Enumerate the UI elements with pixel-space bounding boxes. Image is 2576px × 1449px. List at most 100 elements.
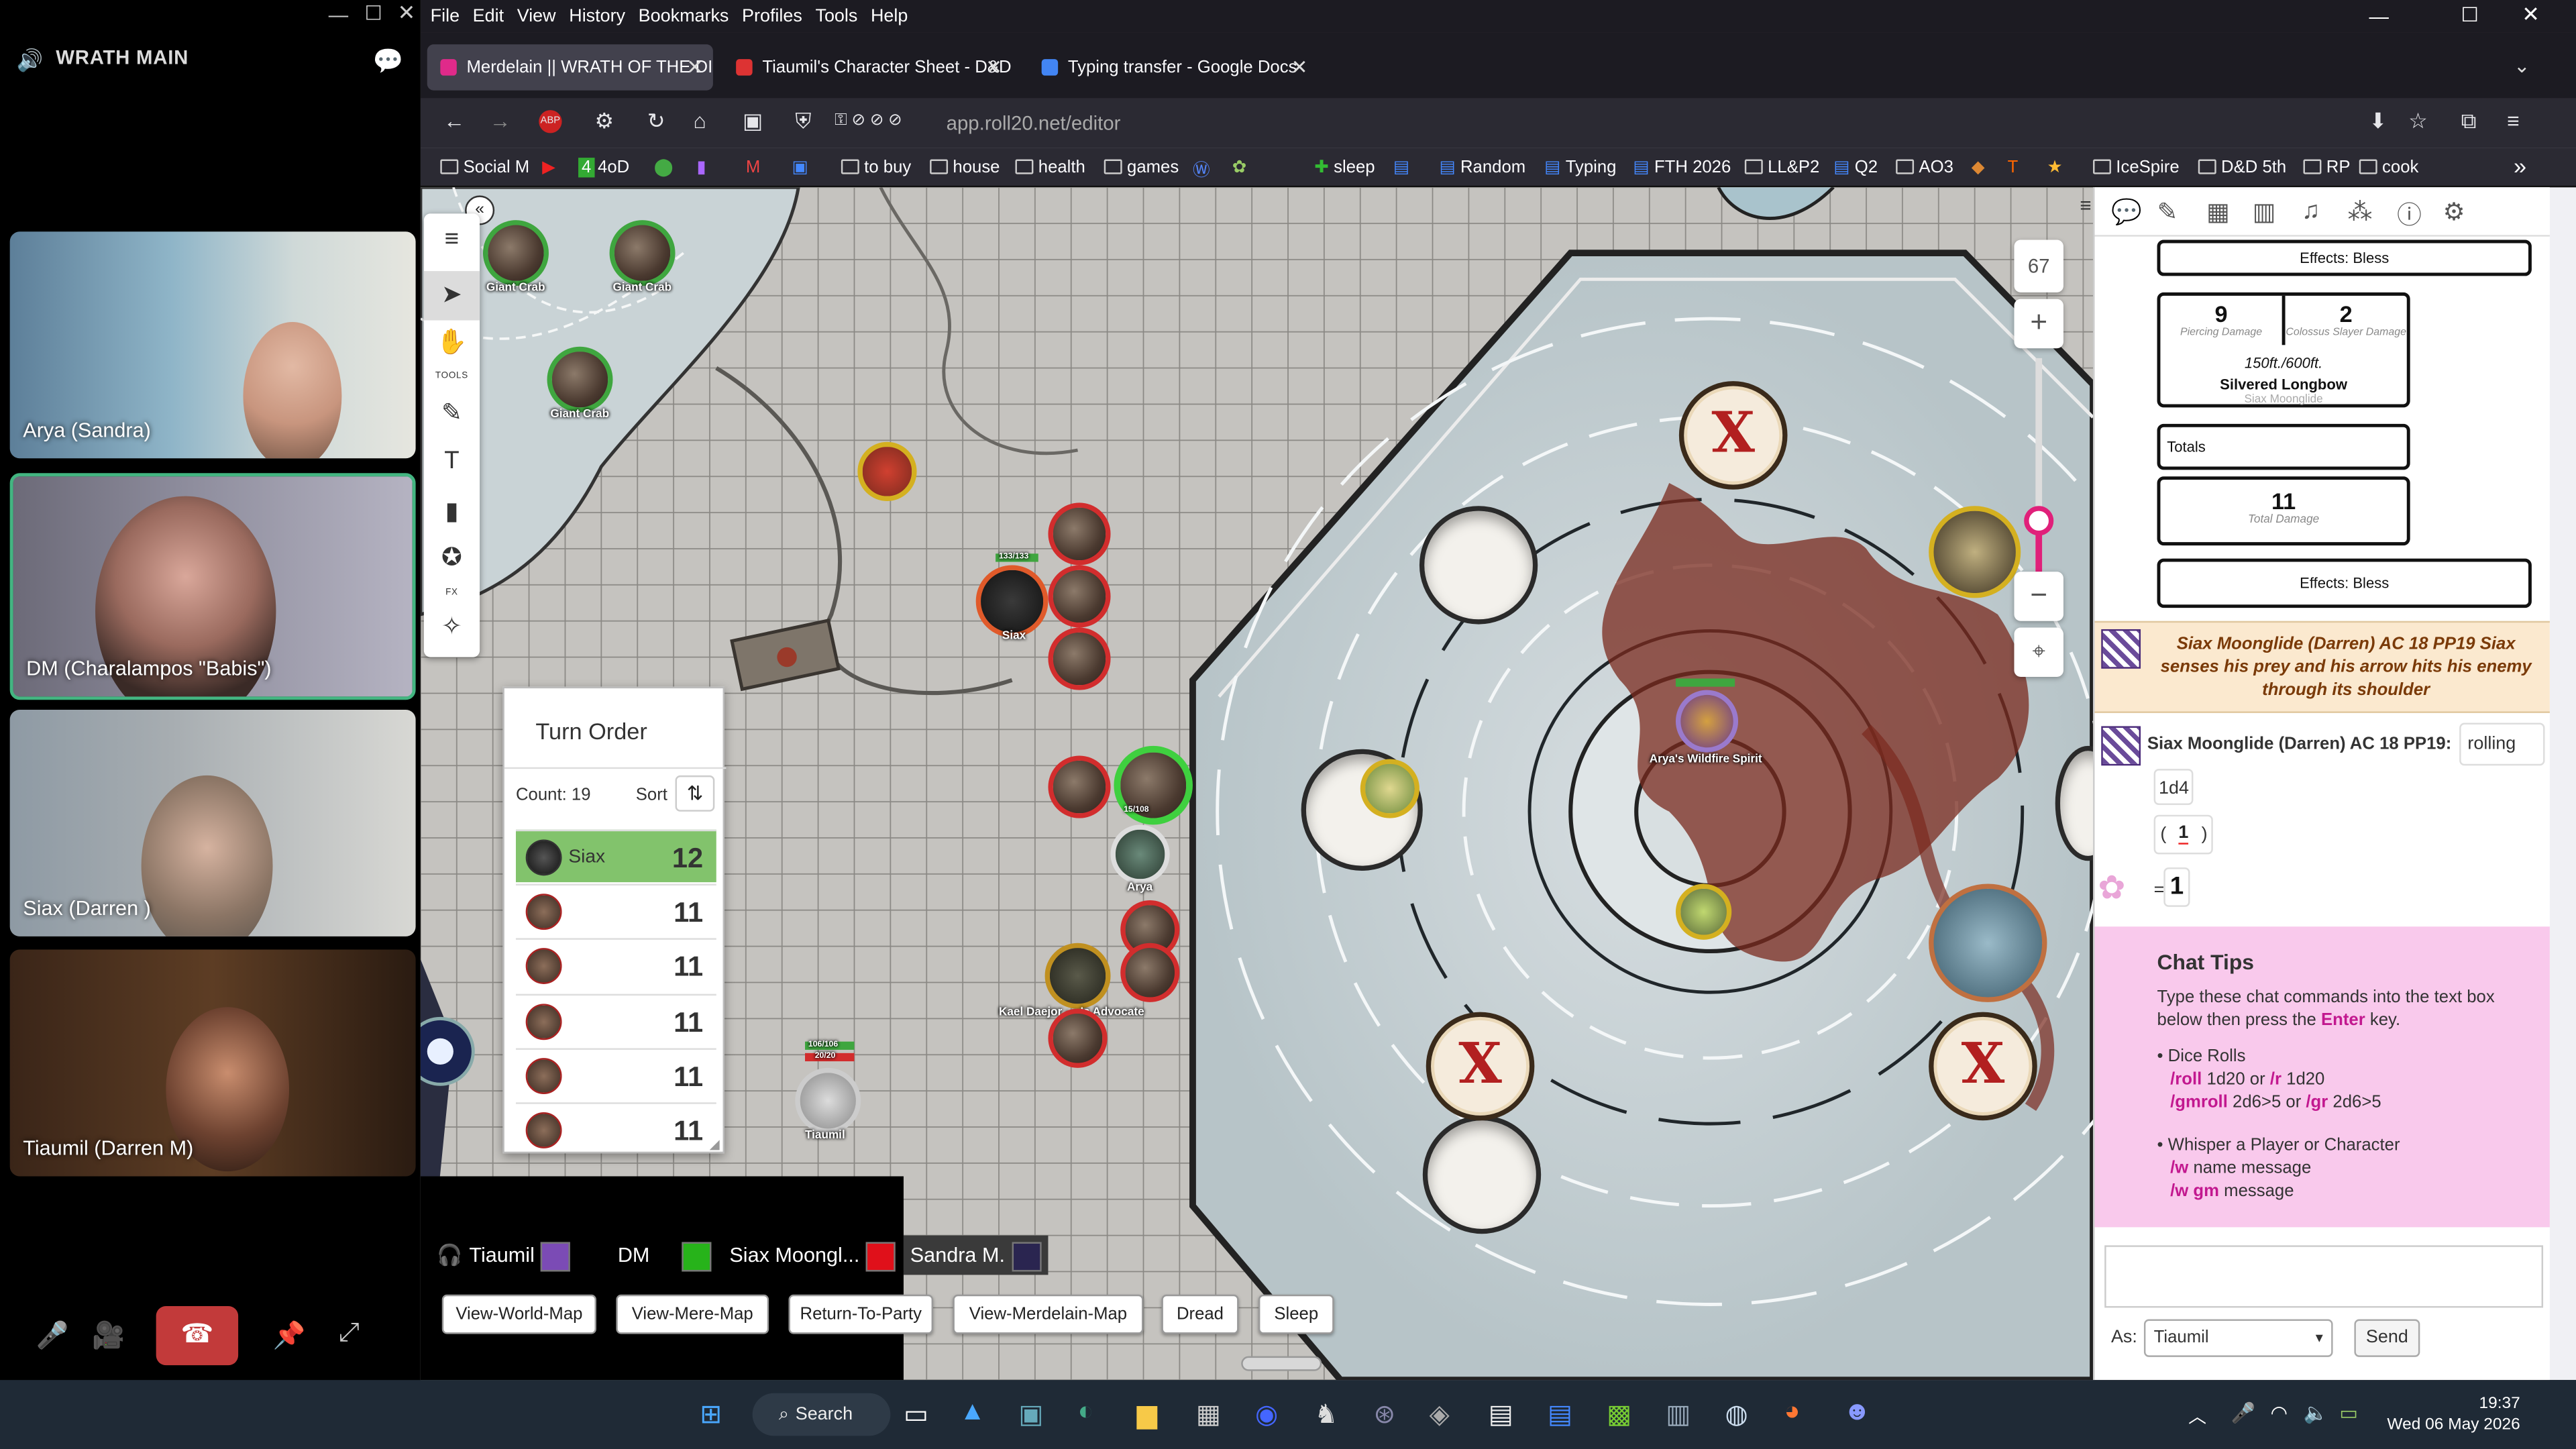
bookmark-folder-cook[interactable]: cook: [2359, 158, 2418, 177]
player-tiaumil[interactable]: 🎧 Tiaumil: [437, 1236, 571, 1275]
menu-bookmarks[interactable]: Bookmarks: [639, 7, 729, 26]
docs-icon[interactable]: ▤: [1393, 158, 1409, 177]
menu-tools[interactable]: Tools: [815, 7, 857, 26]
menu-icon[interactable]: ≡: [424, 225, 480, 254]
token-enemy[interactable]: [1048, 1008, 1108, 1068]
video-tile-dm[interactable]: DM (Charalampos "Babis"): [9, 473, 416, 700]
sheets-icon[interactable]: ▩: [1607, 1398, 1631, 1431]
tab-google-docs[interactable]: Typing transfer - Google Docs ✕: [1028, 44, 1318, 91]
gmail-icon[interactable]: M: [746, 158, 760, 177]
controller-icon[interactable]: ◈: [1430, 1398, 1450, 1431]
docs-icon[interactable]: ▤: [1548, 1398, 1572, 1431]
player-sandra[interactable]: Sandra M.: [903, 1235, 1048, 1275]
video-tile-tiaumil[interactable]: Tiaumil (Darren M): [9, 949, 416, 1177]
token-large-creature[interactable]: [1929, 506, 2021, 598]
permissions-icon[interactable]: ⚿ ⊘ ⊘ ⊘: [835, 112, 902, 130]
media-icon[interactable]: ▥: [1666, 1398, 1690, 1431]
select-tool-icon[interactable]: ➤: [423, 271, 480, 321]
tray-microphone-icon[interactable]: 🎤: [2231, 1401, 2256, 1424]
notes-icon[interactable]: ▤: [1489, 1398, 1513, 1431]
close-tab-icon[interactable]: ✕: [687, 56, 704, 78]
token-enemy[interactable]: [1048, 627, 1111, 690]
home-icon[interactable]: ⌂: [693, 109, 706, 133]
compendium-tab-icon[interactable]: ▥: [2253, 197, 2276, 227]
reload-icon[interactable]: ↻: [647, 109, 665, 135]
bookmark-folder-dnd-5th[interactable]: D&D 5th: [2198, 158, 2286, 177]
journal-tab-icon[interactable]: ▦: [2206, 197, 2230, 227]
turn-order-row[interactable]: 11: [515, 1102, 716, 1155]
fx-wand-icon[interactable]: ✧: [424, 611, 480, 641]
task-view-icon[interactable]: ▭: [904, 1398, 928, 1431]
bookmark-folder-social[interactable]: Social M: [440, 158, 529, 177]
macro-view-mere-map[interactable]: View-Mere-Map: [616, 1294, 769, 1334]
collection-tab-icon[interactable]: ⁂: [2348, 197, 2373, 227]
token-giant-crab[interactable]: [483, 220, 549, 286]
draw-tool-icon[interactable]: ✎: [424, 398, 480, 427]
macro-return-to-party[interactable]: Return-To-Party: [788, 1294, 934, 1334]
chat-input[interactable]: [2104, 1245, 2544, 1308]
steam-icon[interactable]: ◍: [1725, 1398, 1748, 1431]
extensions-icon[interactable]: ⧉: [2461, 109, 2477, 135]
minimize-icon[interactable]: —: [2369, 5, 2388, 28]
extension-icon[interactable]: ⚙: [595, 109, 614, 135]
twitch-icon[interactable]: ▮: [696, 158, 706, 177]
menu-profiles[interactable]: Profiles: [742, 7, 802, 26]
close-tab-icon[interactable]: ✕: [1291, 56, 1308, 78]
bookmark-typing[interactable]: ▤ Typing: [1544, 158, 1616, 177]
token-enemy[interactable]: [1048, 755, 1111, 818]
token-enemy[interactable]: [1120, 943, 1180, 1002]
token-enemy[interactable]: [1048, 565, 1111, 628]
turn-order-row[interactable]: 11: [515, 1048, 716, 1100]
popout-icon[interactable]: ⤢: [338, 1320, 359, 1349]
token-kael[interactable]: [1044, 943, 1111, 1009]
maximize-icon[interactable]: ☐: [365, 1, 382, 24]
bookmark-fth-2026[interactable]: ▤ FTH 2026: [1633, 158, 1731, 177]
microphone-icon[interactable]: 🎤: [36, 1320, 69, 1352]
tab-list-chevron-icon[interactable]: ⌄: [2514, 54, 2530, 77]
token-giant-crab[interactable]: [547, 346, 613, 413]
bookmark-folder-house[interactable]: house: [930, 158, 1000, 177]
token-siax[interactable]: [975, 565, 1049, 638]
bookmark-4od[interactable]: 4 4oD: [578, 158, 629, 178]
pin-icon[interactable]: 📌: [273, 1320, 306, 1352]
turn-order-row[interactable]: 11: [515, 883, 716, 936]
calendar-icon[interactable]: ▣: [792, 158, 808, 177]
bookmark-random[interactable]: ▤ Random: [1439, 158, 1525, 177]
taskbar-search[interactable]: ⌕ Search: [752, 1393, 891, 1436]
turn-order-row[interactable]: 11: [515, 938, 716, 990]
menu-help[interactable]: Help: [871, 7, 908, 26]
tab-merdelain[interactable]: Merdelain || WRATH OF THE DI ✕: [427, 44, 713, 91]
bookmark-folder-llp2[interactable]: LL&P2: [1744, 158, 1819, 177]
resize-handle-icon[interactable]: ◢: [710, 1137, 720, 1152]
more-bookmarks-chevron-icon[interactable]: »: [2514, 153, 2526, 179]
discord-icon[interactable]: ☻: [1843, 1398, 1871, 1428]
token-wildfire-spirit[interactable]: [1675, 690, 1739, 753]
camera-icon[interactable]: 🎥: [92, 1320, 125, 1352]
back-icon[interactable]: ←: [443, 109, 465, 133]
bookmark-folder-games[interactable]: games: [1104, 158, 1179, 177]
token-marker-icon[interactable]: ✪: [424, 542, 480, 572]
bookmark-folder-health[interactable]: health: [1015, 158, 1085, 177]
video-tile-arya[interactable]: Arya (Sandra): [9, 231, 416, 459]
chat-tab-icon[interactable]: 💬: [2111, 197, 2142, 227]
calculator-icon[interactable]: ▦: [1196, 1398, 1221, 1431]
maps-icon[interactable]: ⬤: [654, 158, 674, 177]
zoom-in-button[interactable]: +: [2014, 299, 2063, 349]
hang-up-button[interactable]: ☎: [156, 1305, 239, 1366]
star-icon[interactable]: ★: [2047, 158, 2062, 177]
volume-icon[interactable]: 🔈: [2303, 1401, 2328, 1424]
speak-as-select[interactable]: Tiaumil ▾: [2143, 1319, 2333, 1357]
reddit-icon[interactable]: ◆: [1972, 158, 1985, 177]
container-icon[interactable]: ▣: [743, 109, 763, 135]
bookmark-folder-to-buy[interactable]: to buy: [841, 158, 911, 177]
menu-history[interactable]: History: [569, 7, 625, 26]
turn-order-row[interactable]: Siax 12: [515, 829, 716, 883]
token-enemy[interactable]: [1048, 502, 1111, 566]
turn-order-row[interactable]: 11: [515, 994, 716, 1046]
macro-view-merdelain-map[interactable]: View-Merdelain-Map: [953, 1294, 1144, 1334]
pan-tool-icon[interactable]: ✋: [424, 327, 480, 357]
game-icon[interactable]: ✿: [1232, 158, 1247, 177]
turn-order-panel[interactable]: Turn Order Count: 19 Sort ⇅ Siax 12 11 1…: [502, 686, 727, 1155]
bookmark-folder-icespire[interactable]: IceSpire: [2093, 158, 2180, 177]
minimize-icon[interactable]: —: [329, 3, 348, 26]
